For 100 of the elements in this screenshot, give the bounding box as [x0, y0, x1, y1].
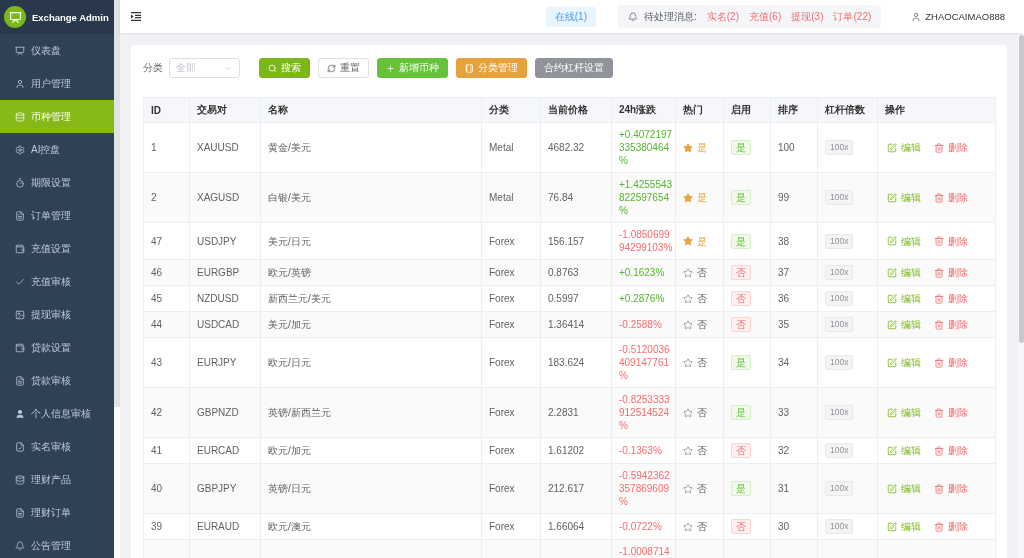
table-cell: 39 — [143, 513, 190, 540]
table-cell: 34 — [770, 337, 818, 388]
stopwatch-icon — [15, 177, 25, 188]
table-cell: 4682.32 — [540, 122, 612, 173]
scrollbar-thumb[interactable] — [114, 0, 120, 407]
edit-icon — [887, 319, 897, 330]
edit-link[interactable]: 编辑 — [887, 318, 921, 331]
edit-link[interactable]: 编辑 — [887, 266, 921, 279]
leverage-tag: 100x — [825, 405, 854, 420]
edit-link[interactable]: 编辑 — [887, 406, 921, 419]
column-header: 名称 — [260, 97, 482, 123]
leverage-settings-button[interactable]: 合约杠杆设置 — [535, 58, 613, 78]
table-cell: NZDUSD — [189, 285, 261, 312]
table-cell: 1.66064 — [540, 513, 612, 540]
delete-link[interactable]: 删除 — [934, 482, 968, 495]
edit-link[interactable]: 编辑 — [887, 520, 921, 533]
sidebar-item[interactable]: 贷款审核 — [0, 364, 114, 397]
sidebar-item[interactable]: 充值审核 — [0, 265, 114, 298]
delete-link[interactable]: 删除 — [934, 444, 968, 457]
table-cell: 35 — [770, 311, 818, 338]
table-cell: 1 — [143, 122, 190, 173]
pending-link[interactable]: 提现(3) — [791, 9, 824, 24]
sidebar-item[interactable]: 理财产品 — [0, 463, 114, 496]
sidebar-item[interactable]: 公告管理 — [0, 529, 114, 558]
hot-label: 是 — [697, 191, 707, 204]
table-cell: +0.2876% — [611, 285, 676, 312]
pending-link[interactable]: 实名(2) — [706, 9, 739, 24]
category-button[interactable]: 分类管理 — [456, 58, 527, 78]
delete-link[interactable]: 删除 — [934, 520, 968, 533]
sidebar-item[interactable]: 订单管理 — [0, 199, 114, 232]
sidebar-item[interactable]: 贷款设置 — [0, 331, 114, 364]
edit-icon — [887, 236, 897, 246]
sidebar-item[interactable]: AI控盘 — [0, 133, 114, 166]
delete-link[interactable]: 删除 — [934, 406, 968, 419]
search-button[interactable]: 搜索 — [259, 58, 310, 78]
bell-icon — [15, 540, 25, 551]
column-header: 分类 — [481, 97, 541, 123]
edit-link[interactable]: 编辑 — [887, 356, 921, 369]
table-cell: +1.4255543822597654% — [611, 172, 676, 223]
online-status[interactable]: 在线(1) — [545, 6, 596, 27]
delete-link[interactable]: 删除 — [934, 141, 968, 154]
leverage-tag: 100x — [825, 519, 854, 534]
table-cell: USDCAD — [189, 311, 261, 338]
edit-link[interactable]: 编辑 — [887, 292, 921, 305]
table-cell: 46 — [143, 259, 190, 286]
table-cell: 42 — [143, 387, 190, 438]
edit-link[interactable]: 编辑 — [887, 482, 921, 495]
pending-link[interactable]: 充值(6) — [749, 9, 782, 24]
table-cell: -1.085069994299103% — [611, 222, 676, 260]
edit-link[interactable]: 编辑 — [887, 234, 921, 248]
column-header: 杠杆倍数 — [817, 97, 878, 123]
table-cell: 欧元/日元 — [260, 337, 482, 388]
sidebar-item[interactable]: 仪表盘 — [0, 34, 114, 67]
sidebar-item[interactable]: 个人信息审核 — [0, 397, 114, 430]
delete-link[interactable]: 删除 — [934, 234, 968, 248]
hot-label: 否 — [697, 266, 707, 279]
sidebar-item[interactable]: 提现审核 — [0, 298, 114, 331]
document-check-icon — [15, 441, 25, 452]
sidebar-item[interactable]: 币种管理 — [0, 100, 114, 133]
edit-link[interactable]: 编辑 — [887, 141, 921, 154]
wallet-icon — [15, 243, 25, 254]
pending-link[interactable]: 订单(22) — [833, 9, 872, 24]
table-cell: EURAUD — [189, 513, 261, 540]
delete-link[interactable]: 删除 — [934, 292, 968, 305]
sidebar-item[interactable]: 用户管理 — [0, 67, 114, 100]
table-cell: 英镑/日元 — [260, 463, 482, 514]
menu-icon[interactable] — [131, 12, 141, 21]
sidebar-item[interactable]: 期限设置 — [0, 166, 114, 199]
reset-button[interactable]: 重置 — [318, 58, 369, 78]
delete-link[interactable]: 删除 — [934, 191, 968, 204]
leverage-tag: 100x — [825, 317, 854, 332]
edit-link[interactable]: 编辑 — [887, 444, 921, 457]
user-icon — [15, 78, 25, 89]
leverage-tag: 100x — [825, 291, 854, 306]
table-cell: 2 — [143, 172, 190, 223]
delete-icon — [934, 483, 944, 494]
pending-label: 待处理消息: — [644, 9, 697, 24]
sidebar-item[interactable]: 实名审核 — [0, 430, 114, 463]
scrollbar-thumb[interactable] — [1019, 35, 1024, 343]
table-cell: USDJPY — [189, 222, 261, 260]
table-cell: Forex — [481, 337, 541, 388]
leverage-tag: 100x — [825, 265, 854, 280]
edit-icon — [887, 267, 897, 278]
sidebar-item[interactable]: 理财订单 — [0, 496, 114, 529]
table-cell: 41 — [143, 437, 190, 464]
sidebar-item[interactable]: 充值设置 — [0, 232, 114, 265]
add-button[interactable]: 新增币种 — [377, 58, 448, 78]
delete-link[interactable]: 删除 — [934, 318, 968, 331]
table-cell: +0.4072197335380464% — [611, 122, 676, 173]
edit-icon — [887, 293, 897, 304]
username[interactable]: ZHAOCAIMAO888 — [925, 11, 1005, 22]
table-cell: 31 — [770, 463, 818, 514]
table-cell: +0.1623% — [611, 259, 676, 286]
delete-link[interactable]: 删除 — [934, 266, 968, 279]
edit-link[interactable]: 编辑 — [887, 191, 921, 204]
delete-link[interactable]: 删除 — [934, 356, 968, 369]
settings-icon — [15, 144, 25, 155]
leverage-tag: 100x — [825, 443, 854, 458]
table-cell: Forex — [481, 463, 541, 514]
table-cell: 76.84 — [540, 172, 612, 223]
